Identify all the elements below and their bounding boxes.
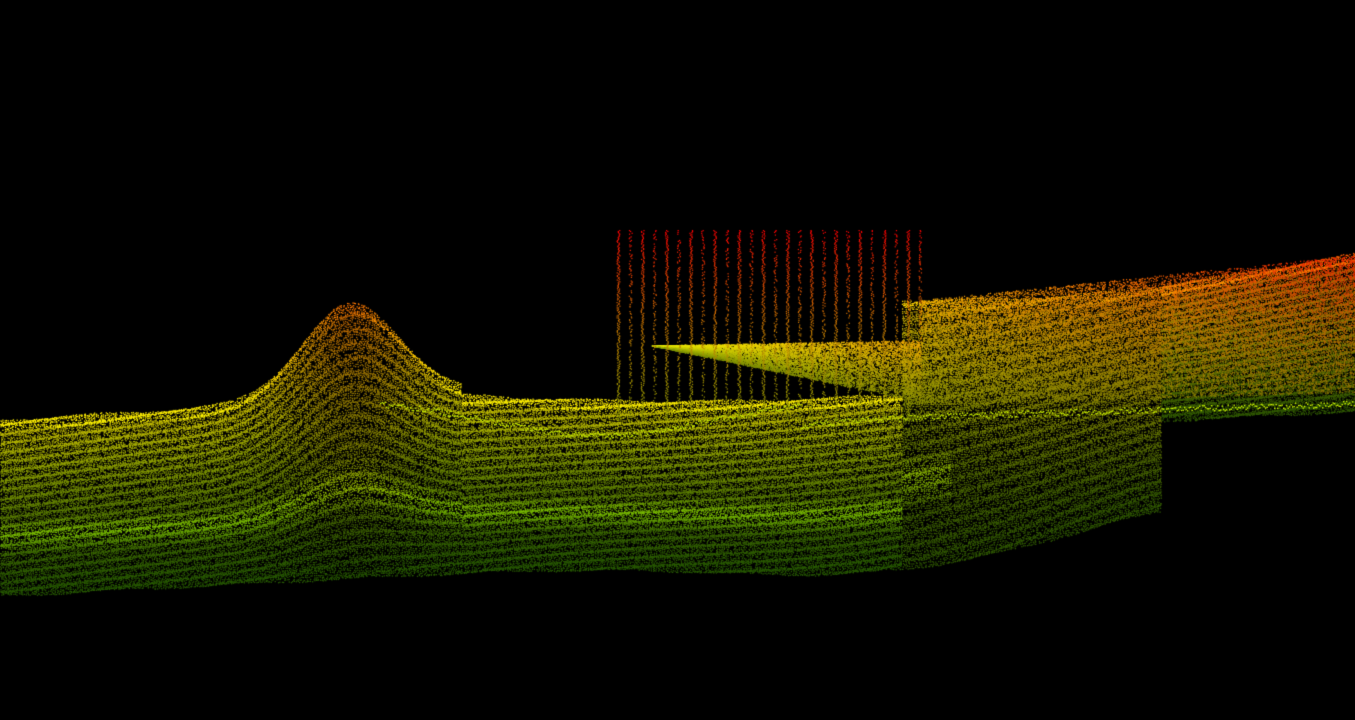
point-cloud-canvas[interactable]	[0, 0, 1355, 720]
point-cloud-viewport[interactable]	[0, 0, 1355, 720]
